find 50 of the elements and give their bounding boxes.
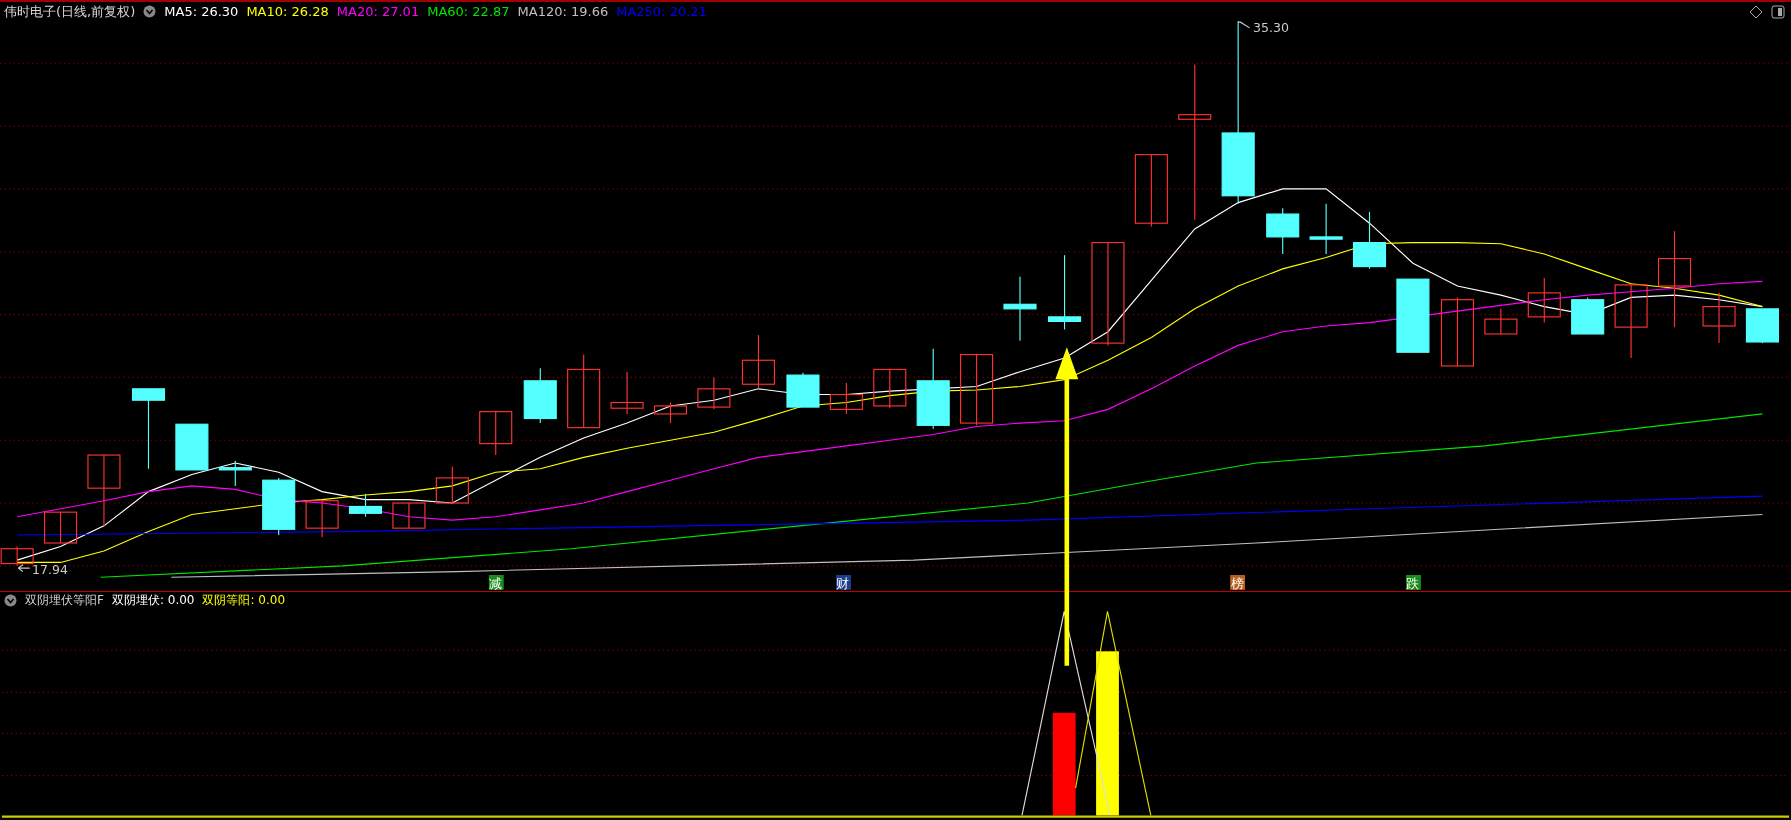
leader-line bbox=[1237, 21, 1251, 29]
candlestick bbox=[392, 502, 426, 529]
candlestick bbox=[1571, 296, 1605, 335]
candlestick bbox=[697, 376, 731, 410]
moving-average-value: MA250: 20.21 bbox=[616, 4, 707, 19]
candlestick bbox=[218, 460, 252, 487]
signal-marker-text: 跌 bbox=[1406, 575, 1420, 591]
candlestick bbox=[1003, 276, 1037, 342]
candlestick bbox=[0, 545, 34, 567]
signal-marker-text: 榜 bbox=[1230, 575, 1244, 591]
candlestick bbox=[1484, 308, 1518, 335]
signal-marker-text: 财 bbox=[836, 575, 850, 591]
candlestick bbox=[348, 493, 383, 518]
diamond-icon[interactable] bbox=[1749, 4, 1763, 19]
candlestick bbox=[523, 367, 557, 424]
candlestick bbox=[653, 401, 688, 424]
low-price-label: 17.94 bbox=[32, 561, 68, 577]
candlestick bbox=[1527, 277, 1561, 324]
dropdown-icon[interactable] bbox=[143, 5, 157, 18]
moving-average-value: MA20: 27.01 bbox=[336, 4, 420, 19]
candlestick bbox=[1440, 296, 1475, 367]
candlestick bbox=[1309, 203, 1343, 255]
candlestick bbox=[305, 500, 339, 538]
indicator-title: 双阴埋伏等阳F bbox=[25, 591, 104, 609]
candlestick bbox=[435, 465, 469, 504]
candlestick bbox=[1745, 308, 1779, 344]
candlestick bbox=[1352, 211, 1387, 270]
panel-toggle-icon[interactable] bbox=[1771, 4, 1785, 19]
candlestick bbox=[786, 372, 820, 408]
candlestick bbox=[1702, 292, 1736, 344]
candlestick bbox=[479, 411, 513, 456]
moving-average-value: MA120: 19.66 bbox=[517, 4, 609, 19]
moving-average-value: MA10: 26.28 bbox=[246, 4, 329, 19]
moving-average-value: MA5: 26.30 bbox=[164, 4, 239, 19]
candlestick bbox=[44, 511, 78, 544]
signal-marker-text: 减 bbox=[489, 575, 503, 591]
stock-title: 伟时电子(日线,前复权) bbox=[4, 2, 136, 21]
indicator-value: 双阴等阳: 0.00 bbox=[202, 591, 286, 609]
moving-average-value: MA60: 22.87 bbox=[427, 4, 510, 19]
candlestick bbox=[741, 334, 775, 390]
dropdown-icon[interactable] bbox=[4, 593, 17, 607]
candlestick bbox=[262, 477, 296, 536]
candlestick bbox=[829, 382, 863, 415]
indicator-value: 双阴埋伏: 0.00 bbox=[111, 591, 195, 609]
high-price-label: 35.30 bbox=[1253, 21, 1289, 36]
candlestick bbox=[1266, 207, 1300, 255]
candlestick bbox=[175, 423, 209, 471]
arrow-icon bbox=[17, 564, 31, 573]
candlestick bbox=[610, 371, 644, 415]
candlestick bbox=[873, 368, 907, 409]
